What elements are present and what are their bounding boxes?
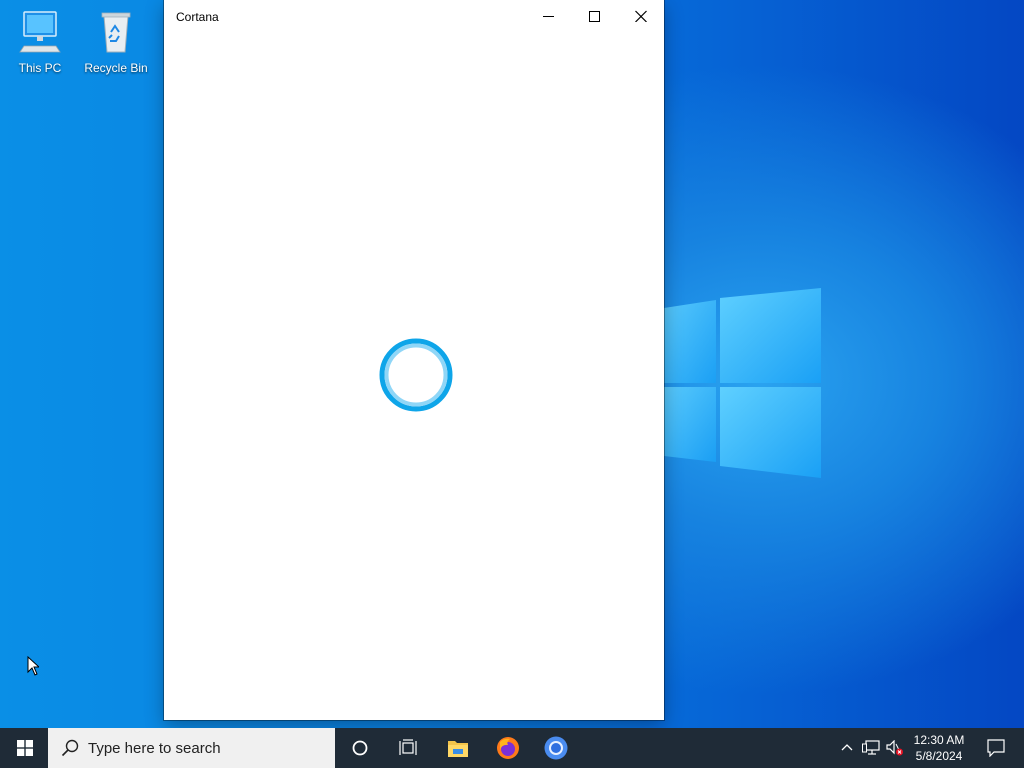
network-icon	[862, 740, 880, 755]
volume-muted-icon	[886, 740, 903, 756]
file-explorer-button[interactable]	[434, 728, 482, 768]
desktop-icon-this-pc[interactable]: This PC	[8, 8, 72, 75]
action-center-icon	[987, 739, 1005, 757]
maximize-icon	[589, 11, 600, 22]
desktop-icon-label: This PC	[18, 61, 62, 75]
show-hidden-icons-button[interactable]	[836, 728, 858, 768]
search-icon	[61, 739, 79, 757]
taskbar-clock[interactable]: 12:30 AM 5/8/2024	[905, 732, 973, 764]
title-bar[interactable]: Cortana	[164, 0, 664, 32]
window-title: Cortana	[176, 10, 219, 24]
volume-button[interactable]	[882, 728, 906, 768]
desktop-icon-recycle-bin[interactable]: Recycle Bin	[84, 8, 148, 75]
task-view-button[interactable]	[384, 728, 432, 768]
desktop-icon-label: Recycle Bin	[84, 61, 148, 75]
close-button[interactable]	[618, 0, 664, 32]
recycle-bin-icon	[92, 12, 140, 57]
maximize-button[interactable]	[572, 0, 618, 32]
network-button[interactable]	[858, 728, 882, 768]
task-view-icon	[399, 739, 417, 755]
cortana-loading-ring	[379, 338, 453, 412]
action-center-button[interactable]	[976, 728, 1016, 768]
file-explorer-icon	[448, 741, 468, 757]
firefox-icon	[497, 737, 519, 759]
search-placeholder: Type here to search	[88, 740, 221, 757]
cortana-taskbar-button[interactable]	[336, 728, 384, 768]
minimize-button[interactable]	[526, 0, 572, 32]
firefox-button[interactable]	[484, 728, 532, 768]
computer-icon	[16, 11, 64, 57]
chrome-icon	[544, 736, 568, 760]
cortana-icon	[352, 740, 368, 756]
windows-logo-wallpaper	[664, 288, 821, 478]
start-button[interactable]	[0, 728, 48, 768]
windows-start-icon	[17, 740, 33, 756]
clock-time: 12:30 AM	[913, 733, 965, 747]
mouse-pointer-icon	[27, 656, 39, 676]
cortana-window[interactable]: Cortana	[164, 0, 664, 720]
taskbar-search-box[interactable]: Type here to search	[48, 728, 335, 768]
clock-date: 5/8/2024	[915, 749, 963, 763]
close-icon	[635, 10, 647, 22]
chrome-button[interactable]	[532, 728, 580, 768]
taskbar: Type here to search 12:30 AM 5/8/2024	[0, 728, 1024, 768]
minimize-icon	[543, 16, 554, 17]
show-hidden-icons-icon	[841, 744, 853, 751]
